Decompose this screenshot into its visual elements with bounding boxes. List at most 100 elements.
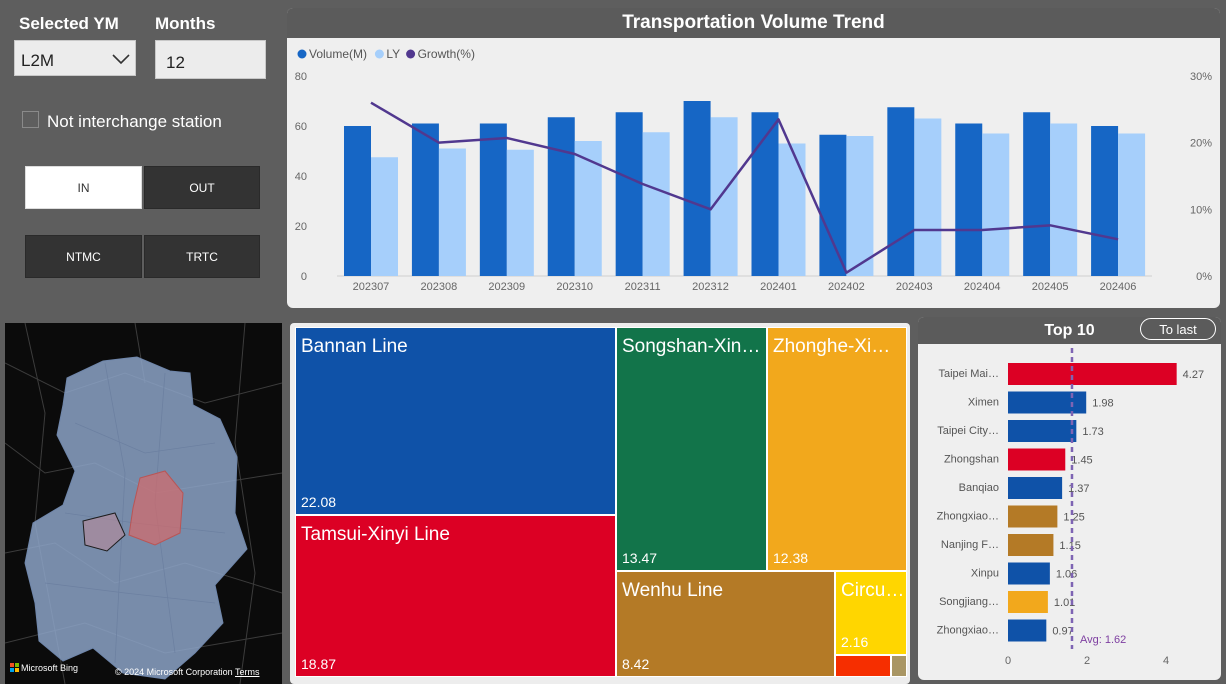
x-tick-label: 202405 — [1032, 281, 1069, 293]
treemap-tile-bannan[interactable]: Bannan Line 22.08 — [295, 327, 616, 515]
top10-station-label: Banqiao — [959, 482, 999, 494]
top10-station-label: Nanjing F… — [941, 539, 999, 551]
treemap: Bannan Line 22.08 Tamsui-Xinyi Line 18.8… — [295, 327, 907, 677]
ly-bar — [710, 117, 738, 276]
ly-bar — [778, 143, 806, 276]
x-tick-label: 202402 — [828, 281, 865, 293]
selected-ym-dropdown[interactable]: L2M — [14, 40, 136, 76]
y-tick-label: 0 — [301, 271, 307, 283]
x-tick-label: 202401 — [760, 281, 797, 293]
treemap-tile-value: 2.16 — [841, 634, 869, 650]
legend-marker — [297, 49, 307, 59]
to-last-toggle-button[interactable]: To last — [1140, 318, 1216, 340]
treemap-tile-name: Bannan Line — [301, 336, 408, 357]
top10-station-label: Zhongxiao… — [937, 625, 999, 637]
months-input[interactable]: 12 — [155, 40, 266, 79]
top10-bar — [1008, 420, 1077, 442]
legend-marker — [406, 49, 416, 59]
y-tick-label: 60 — [295, 121, 307, 133]
top10-chart-svg: Taipei Mai… 4.27 Ximen 1.98 Taipei City… 1.73… — [937, 348, 1204, 667]
ly-bar — [438, 148, 466, 276]
top10-value-label: 0.97 — [1052, 626, 1073, 638]
chevron-down-icon — [112, 54, 130, 65]
volume-bar — [411, 123, 439, 276]
volume-bar — [615, 112, 643, 276]
volume-bar — [344, 126, 371, 276]
treemap-tile-small-1[interactable] — [835, 655, 891, 677]
ly-bar — [982, 133, 1010, 276]
top10-station-label: Zhongxiao… — [937, 511, 999, 523]
top10-bar — [1008, 562, 1050, 585]
top10-bar — [1008, 619, 1047, 642]
trtc-button[interactable]: TRTC — [144, 235, 260, 278]
treemap-tile-tamsui-xinyi[interactable]: Tamsui-Xinyi Line 18.87 — [295, 515, 616, 677]
y2-tick-label: 20% — [1190, 138, 1212, 150]
x-tick-label: 202312 — [692, 281, 729, 293]
top10-value-label: 1.98 — [1092, 398, 1113, 410]
volume-bar — [819, 134, 847, 276]
top10-value-label: 1.73 — [1082, 426, 1103, 438]
x-tick-label: 202308 — [421, 281, 458, 293]
x-tick-label: 202307 — [353, 281, 390, 293]
treemap-tile-small-2[interactable] — [891, 655, 907, 677]
top10-bar — [1008, 363, 1177, 385]
legend-marker — [374, 49, 384, 59]
trend-chart-svg: Volume(M) LY Growth(%) 80 60 40 20 0 30% 20% 10% 0%… — [295, 47, 1212, 293]
treemap-tile-value: 18.87 — [301, 656, 337, 672]
out-button[interactable]: OUT — [144, 166, 260, 209]
x-tick-label: 202404 — [964, 281, 1001, 293]
treemap-tile-name: Zhonghe-Xi… — [773, 336, 891, 357]
top10-value-label: 1.45 — [1071, 455, 1092, 467]
y2-tick-label: 0% — [1196, 271, 1212, 283]
in-button[interactable]: IN — [25, 166, 142, 209]
treemap-tile-name: Circu… — [841, 580, 905, 601]
average-label: Avg: 1.62 — [1080, 634, 1126, 646]
ly-bar — [642, 132, 670, 276]
volume-bar — [683, 101, 711, 276]
ntmc-button[interactable]: NTMC — [25, 235, 142, 278]
months-value: 12 — [166, 53, 185, 72]
top10-station-label: Xinpu — [971, 568, 999, 580]
top10-x-tick: 2 — [1084, 655, 1090, 667]
volume-bar — [887, 107, 915, 276]
top10-value-label: 1.25 — [1063, 512, 1084, 524]
y-tick-label: 20 — [295, 221, 307, 233]
treemap-tile-songshan-xindian[interactable]: Songshan-Xin… 13.47 — [616, 327, 767, 571]
ly-bar — [506, 149, 534, 276]
volume-bar — [955, 123, 983, 276]
ly-bar — [1118, 133, 1146, 276]
trend-chart-title: Transportation Volume Trend — [287, 8, 1220, 38]
volume-bar — [547, 117, 575, 276]
months-label: Months — [155, 14, 216, 33]
y-tick-label: 80 — [295, 71, 307, 83]
legend-label: Growth(%) — [418, 47, 475, 61]
top10-station-label: Taipei Mai… — [938, 368, 999, 380]
map-panel[interactable]: Microsoft Bing © 2024 Microsoft Corporat… — [5, 323, 282, 684]
x-tick-label: 202403 — [896, 281, 933, 293]
top10-bar — [1008, 534, 1054, 556]
top10-station-label: Songjiang… — [939, 596, 999, 608]
treemap-tile-value: 8.42 — [622, 656, 650, 672]
treemap-tile-name: Wenhu Line — [622, 580, 724, 601]
map-terms-link[interactable]: Terms — [235, 667, 260, 677]
top10-x-tick: 4 — [1163, 655, 1169, 667]
treemap-tile-value: 12.38 — [773, 550, 809, 566]
treemap-tile-wenhu[interactable]: Wenhu Line 8.42 — [616, 571, 835, 677]
selected-ym-value: L2M — [21, 51, 55, 70]
y2-tick-label: 30% — [1190, 71, 1212, 83]
treemap-tile-zhonghe-xinlu[interactable]: Zhonghe-Xi… 12.38 — [767, 327, 907, 571]
top10-station-label: Taipei City… — [937, 425, 999, 437]
legend-label: LY — [386, 47, 400, 61]
top10-bar — [1008, 591, 1048, 613]
ly-bar — [846, 136, 874, 276]
treemap-tile-value: 22.08 — [301, 494, 337, 510]
map-svg — [5, 323, 282, 684]
treemap-tile-name: Tamsui-Xinyi Line — [301, 524, 450, 545]
top10-station-label: Zhongshan — [944, 454, 999, 466]
microsoft-logo-icon — [10, 663, 19, 672]
treemap-tile-circular[interactable]: Circu… 2.16 — [835, 571, 907, 655]
top10-panel: Top 10 To last Taipei Mai… 4.27 Ximen 1.98 T… — [918, 317, 1221, 680]
top10-value-label: 1.15 — [1059, 540, 1080, 552]
not-interchange-checkbox[interactable] — [22, 111, 39, 128]
y2-tick-label: 10% — [1190, 204, 1212, 216]
